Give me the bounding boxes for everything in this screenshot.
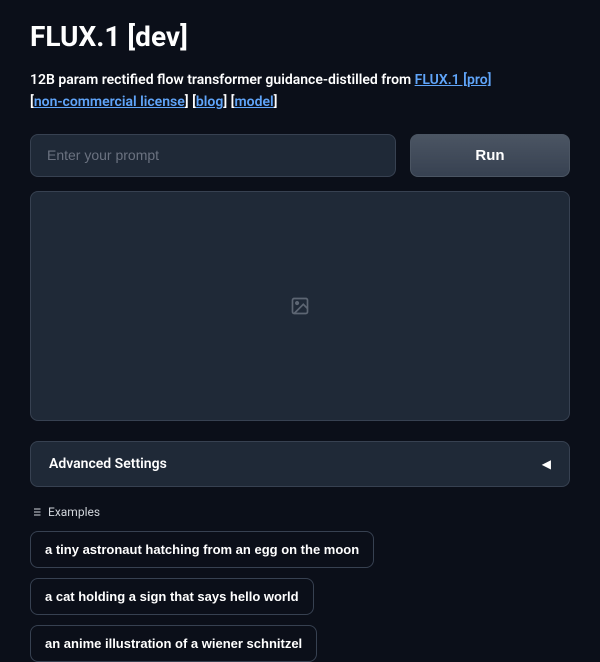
link-flux-pro[interactable]: FLUX.1 [pro] [415,72,492,88]
run-button[interactable]: Run [410,134,570,177]
examples-container: a tiny astronaut hatching from an egg on… [30,531,570,662]
image-icon [290,296,310,316]
advanced-settings-label: Advanced Settings [49,456,167,472]
link-model[interactable]: model [234,94,273,110]
examples-label: Examples [48,505,100,519]
example-chip[interactable]: a cat holding a sign that says hello wor… [30,578,314,615]
input-row: Run [30,134,570,177]
example-chip[interactable]: an anime illustration of a wiener schnit… [30,625,317,662]
link-blog[interactable]: blog [196,94,223,110]
examples-header: Examples [30,505,570,519]
prompt-input[interactable] [30,134,396,177]
bracket: ] [ [223,94,234,110]
description-prefix: 12B param rectified flow transformer gui… [30,72,415,88]
image-output-placeholder [30,191,570,421]
bracket: ] [274,94,278,110]
page-title: FLUX.1 [dev] [30,20,570,53]
example-chip[interactable]: a tiny astronaut hatching from an egg on… [30,531,374,568]
description: 12B param rectified flow transformer gui… [30,69,570,114]
link-license[interactable]: non-commercial license [34,94,185,110]
list-icon [30,506,42,518]
advanced-settings-toggle[interactable]: Advanced Settings ◀ [30,441,570,487]
triangle-left-icon: ◀ [542,457,551,471]
bracket: ] [ [185,94,196,110]
